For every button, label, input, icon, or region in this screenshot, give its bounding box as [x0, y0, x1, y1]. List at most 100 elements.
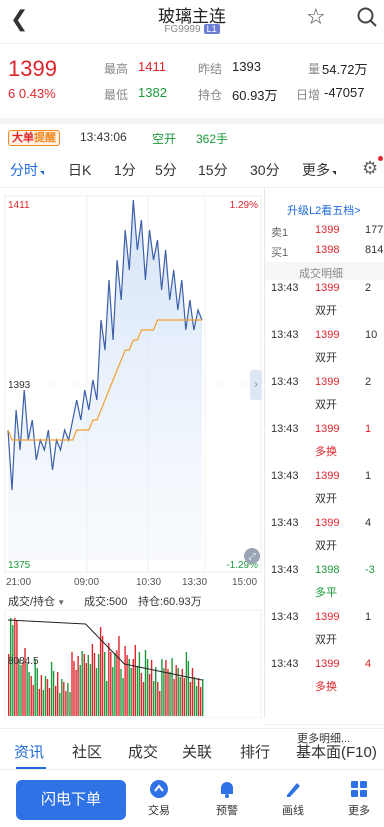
volume-bar — [183, 678, 185, 716]
time-tick: 21:00 — [6, 577, 31, 588]
volume-bar — [110, 652, 112, 716]
favorite-star-icon[interactable]: ☆ — [306, 4, 326, 30]
tick-qty: -3 — [365, 564, 375, 576]
oi-value: 60.93万 — [232, 88, 278, 103]
volume-bar — [200, 687, 202, 716]
volume-bar — [34, 659, 36, 716]
volume-bar — [165, 660, 167, 716]
big-order-alert[interactable]: 大单提醒 13:43:06 空开 362手 — [0, 118, 384, 148]
tab-5min[interactable]: 5分 — [155, 160, 177, 180]
volume-bar — [161, 659, 163, 716]
bid-price: 1398 — [315, 244, 340, 256]
volume-bar — [122, 678, 124, 716]
volume-bar — [202, 679, 204, 716]
expand-chart-icon[interactable]: ⤢ — [244, 548, 260, 564]
volume-bar — [20, 665, 22, 716]
tab-1min[interactable]: 1分 — [114, 160, 136, 180]
volume-bar — [57, 672, 59, 716]
grid-icon — [351, 781, 367, 797]
settings-gear-icon[interactable]: ⚙ — [362, 158, 378, 179]
time-tick: 13:30 — [182, 577, 207, 588]
tick-qty: 1 — [365, 611, 372, 623]
tick-row: 13:43 1399 2 双开 — [265, 372, 384, 420]
volume-bar — [61, 679, 63, 716]
volume-bar — [69, 692, 71, 716]
info-tabs: 资讯 社区 成交 关联 排行 基本面(F10) — [0, 728, 384, 770]
tab-30min[interactable]: 30分 — [250, 160, 280, 180]
alert-label: 预警 — [216, 805, 238, 817]
tab-community[interactable]: 社区 — [72, 741, 102, 762]
tab-trades[interactable]: 成交 — [128, 741, 158, 762]
volume-bar — [67, 683, 69, 716]
volume-bar — [10, 618, 12, 716]
tick-price: 1399 — [315, 423, 340, 435]
intraday-chart[interactable]: 1411 1393 1375 1.29% -1.29% 21:00 09:00 … — [0, 188, 264, 719]
tab-related[interactable]: 关联 — [182, 741, 212, 762]
tick-row: 13:43 1399 1 多换 — [265, 419, 384, 467]
volume-bar — [97, 654, 100, 716]
tick-price: 1399 — [315, 517, 340, 529]
oi-info: 持仓:60.93万 — [138, 596, 202, 608]
volume-bar — [171, 658, 173, 716]
volume-selector-label: 成交/持仓 — [8, 596, 56, 608]
tick-time: 13:43 — [271, 470, 299, 482]
volume-bar — [124, 646, 126, 716]
volume-bar — [55, 686, 57, 716]
tab-news[interactable]: 资讯 — [14, 741, 44, 762]
pen-icon — [287, 783, 300, 797]
volume-bar — [197, 678, 200, 716]
prev-settle-label: 昨结 — [198, 62, 223, 76]
volume-bar — [120, 669, 122, 716]
volume-selector[interactable]: 成交/持仓 ▼ — [8, 593, 65, 609]
ask-label: 卖1 — [271, 227, 289, 239]
volume-bar — [116, 650, 118, 716]
volume-bar — [22, 662, 24, 716]
low-value: 1382 — [138, 85, 167, 100]
oi-label: 持仓 — [198, 88, 223, 102]
upgrade-l2-link[interactable]: 升级L2看五档> — [287, 202, 361, 218]
volume-value: 54.72万 — [322, 62, 368, 77]
alert-time: 13:43:06 — [80, 130, 127, 144]
volume-bar — [50, 662, 53, 716]
tick-type: 多平 — [315, 587, 337, 599]
collapse-handle-icon[interactable]: › — [250, 370, 262, 400]
tab-intraday[interactable]: 分时 — [10, 160, 44, 180]
volume-bar — [42, 690, 45, 716]
tab-more[interactable]: 更多 — [302, 160, 336, 180]
tick-time: 13:43 — [271, 517, 299, 529]
active-tab-indicator — [16, 767, 46, 769]
volume-bar — [36, 668, 38, 716]
volume-bar — [91, 644, 94, 716]
tick-type: 双开 — [315, 399, 337, 411]
tick-type: 双开 — [315, 634, 337, 646]
high-label: 最高 — [104, 62, 129, 76]
more-label: 更多 — [348, 805, 370, 817]
trade-button[interactable]: 交易 — [134, 778, 184, 818]
volume-bar — [130, 668, 132, 716]
tick-price: 1399 — [315, 376, 340, 388]
volume-info: 成交:500 — [84, 596, 128, 608]
draw-line-button[interactable]: 画线 — [268, 778, 318, 818]
volume-bar — [46, 679, 49, 716]
trade-icon — [150, 780, 168, 798]
tab-fundamentals[interactable]: 基本面(F10) — [296, 741, 377, 762]
volume-bar — [44, 676, 47, 716]
alert-button[interactable]: 预警 — [202, 778, 252, 818]
tab-ranking[interactable]: 排行 — [240, 741, 270, 762]
volume-bar — [175, 665, 177, 716]
tick-qty: 1 — [365, 423, 372, 435]
volume-bar — [189, 682, 192, 716]
change-value: 6 — [8, 86, 16, 101]
tab-15min[interactable]: 15分 — [198, 160, 228, 180]
volume-bar — [132, 659, 134, 716]
volume-bar — [150, 660, 153, 716]
volume-bar — [163, 668, 165, 716]
volume-bar — [134, 645, 136, 716]
volume-bar — [187, 661, 190, 716]
tab-intraday-label: 分时 — [10, 162, 38, 178]
tab-daily-k[interactable]: 日K — [68, 160, 91, 180]
flash-order-button[interactable]: 闪电下单 — [16, 780, 126, 820]
volume-bar — [112, 667, 114, 716]
more-button[interactable]: 更多 — [334, 778, 384, 818]
search-icon[interactable] — [356, 6, 378, 28]
